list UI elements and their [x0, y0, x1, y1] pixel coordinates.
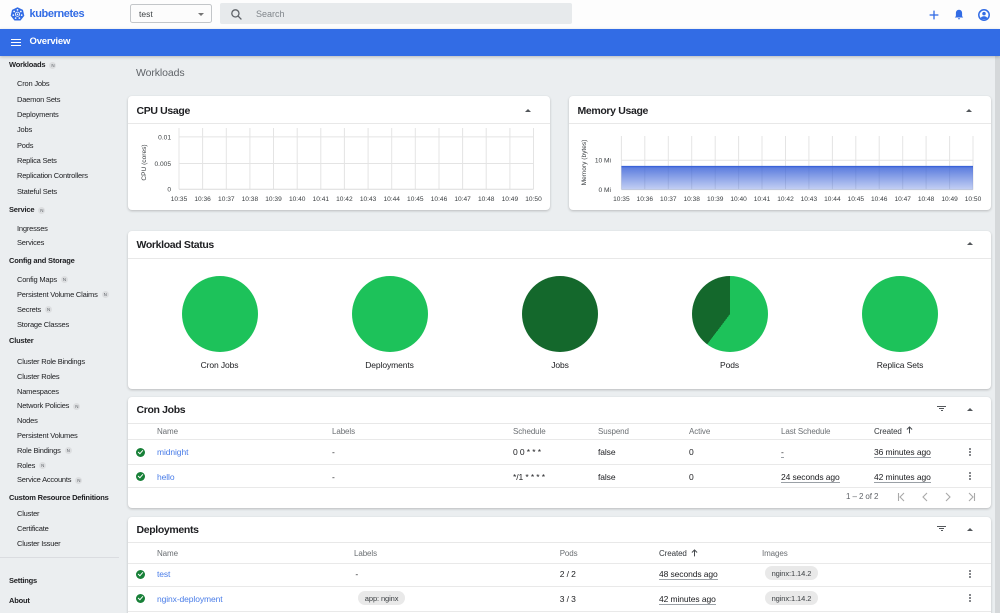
svg-text:0 Mi: 0 Mi: [599, 187, 612, 194]
svg-text:10:46: 10:46: [431, 196, 448, 203]
svg-text:10:37: 10:37: [218, 196, 235, 203]
svg-text:10:41: 10:41: [754, 196, 771, 203]
svg-text:10:43: 10:43: [360, 196, 377, 203]
svg-text:10:49: 10:49: [502, 196, 519, 203]
svg-text:10:37: 10:37: [660, 196, 677, 203]
svg-text:0: 0: [167, 187, 171, 194]
svg-text:0.01: 0.01: [158, 134, 171, 141]
svg-text:10:40: 10:40: [289, 196, 306, 203]
svg-text:10:42: 10:42: [777, 196, 794, 203]
svg-text:10:41: 10:41: [313, 196, 330, 203]
svg-text:10:36: 10:36: [637, 196, 654, 203]
svg-text:10:48: 10:48: [478, 196, 495, 203]
svg-text:Memory (bytes): Memory (bytes): [581, 140, 588, 186]
svg-text:10:43: 10:43: [801, 196, 818, 203]
svg-text:10:35: 10:35: [171, 196, 188, 203]
svg-text:10:35: 10:35: [613, 196, 630, 203]
svg-text:10:36: 10:36: [194, 196, 211, 203]
svg-text:10:40: 10:40: [730, 196, 747, 203]
svg-text:10:38: 10:38: [683, 196, 700, 203]
svg-text:10:50: 10:50: [525, 196, 542, 203]
svg-text:10:39: 10:39: [707, 196, 724, 203]
svg-text:10:47: 10:47: [894, 196, 911, 203]
svg-text:CPU (cores): CPU (cores): [141, 144, 148, 180]
svg-text:10:44: 10:44: [824, 196, 841, 203]
svg-text:10:44: 10:44: [383, 196, 400, 203]
svg-text:10 Mi: 10 Mi: [595, 158, 612, 165]
svg-text:10:45: 10:45: [848, 196, 865, 203]
svg-text:10:50: 10:50: [965, 196, 982, 203]
svg-text:10:47: 10:47: [454, 196, 471, 203]
svg-text:10:39: 10:39: [265, 196, 282, 203]
svg-text:10:48: 10:48: [918, 196, 935, 203]
svg-text:10:45: 10:45: [407, 196, 424, 203]
svg-text:0.005: 0.005: [154, 161, 171, 168]
svg-text:10:38: 10:38: [242, 196, 259, 203]
svg-text:10:46: 10:46: [871, 196, 888, 203]
svg-text:10:49: 10:49: [941, 196, 958, 203]
svg-text:10:42: 10:42: [336, 196, 353, 203]
